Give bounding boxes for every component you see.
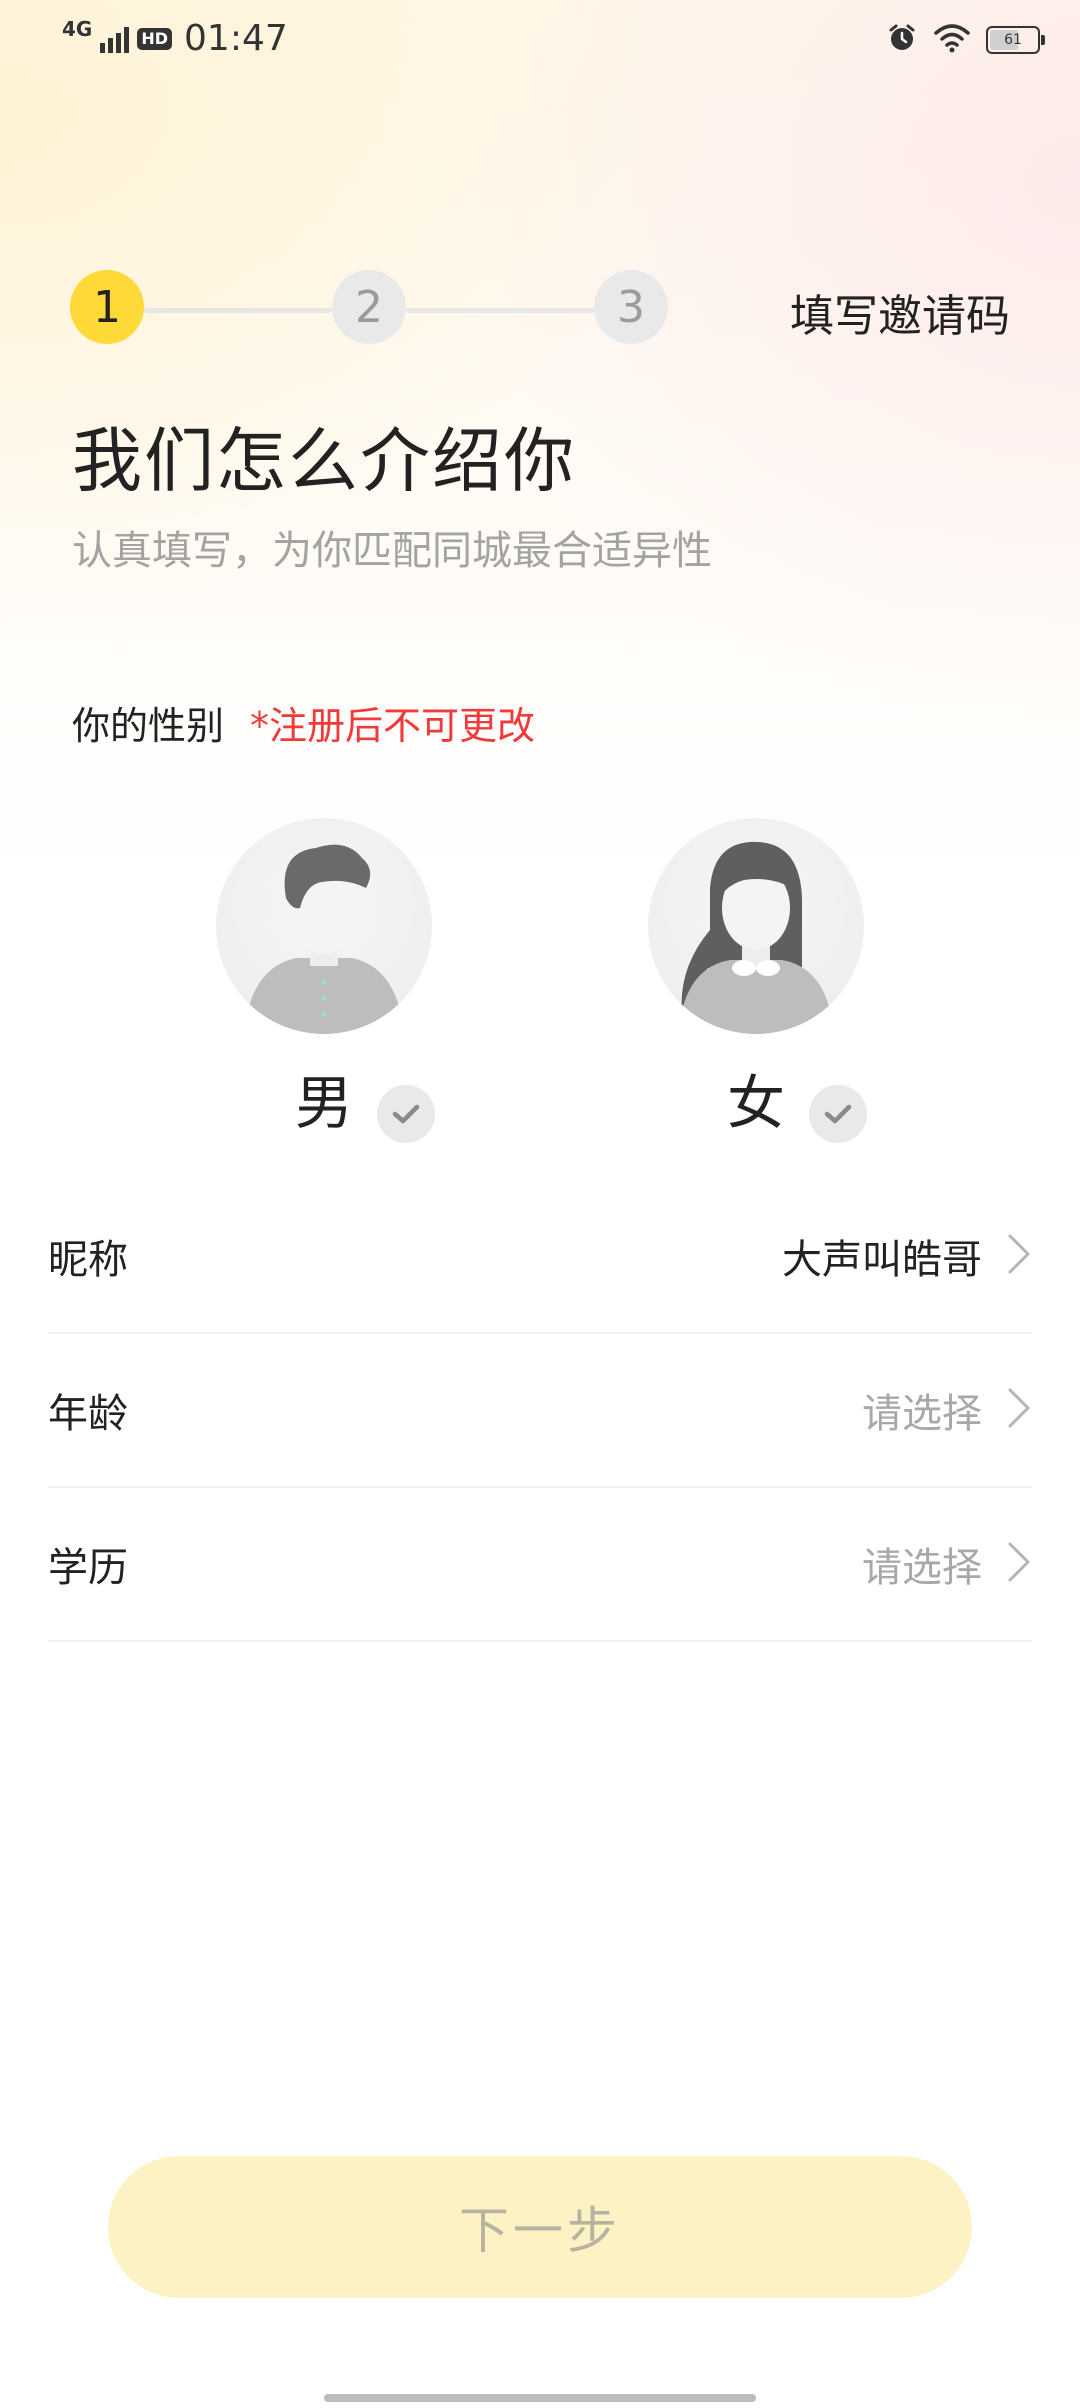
home-indicator[interactable] — [324, 2394, 756, 2402]
alarm-icon — [886, 22, 918, 58]
hd-badge: HD — [137, 27, 173, 50]
battery-level: 61 — [1004, 32, 1022, 48]
step-connector — [406, 308, 594, 313]
signal-icon — [100, 25, 130, 53]
profile-form: 昵称 大声叫皓哥 年龄 请选择 学历 请选择 — [48, 1180, 1032, 1642]
chevron-right-icon — [1006, 1386, 1032, 1434]
check-icon — [372, 1080, 440, 1148]
female-avatar-icon[interactable] — [648, 818, 864, 1034]
education-row[interactable]: 学历 请选择 — [48, 1488, 1032, 1642]
invite-code-link[interactable]: 填写邀请码 — [790, 280, 1010, 344]
gender-label: 你的性别 — [72, 704, 225, 748]
wifi-icon — [934, 23, 970, 57]
status-left: 4G HD 01:47 — [62, 18, 288, 59]
nickname-row[interactable]: 昵称 大声叫皓哥 — [48, 1180, 1032, 1334]
education-value: 请选择 — [862, 1545, 982, 1591]
status-bar: 4G HD 01:47 61 — [0, 0, 1080, 86]
age-row[interactable]: 年龄 请选择 — [48, 1334, 1032, 1488]
row-label: 学历 — [48, 1545, 128, 1591]
step-1: 1 — [70, 270, 144, 344]
step-3: 3 — [594, 270, 668, 344]
row-right: 请选择 — [862, 1381, 1032, 1439]
gender-heading: 你的性别 *注册后不可更改 — [72, 695, 535, 750]
network-type: 4G — [62, 16, 93, 41]
male-avatar-icon[interactable] — [216, 818, 432, 1034]
progress-stepper: 1 2 3 — [70, 270, 670, 350]
battery-icon: 61 — [986, 26, 1045, 54]
page-title: 我们怎么介绍你 — [72, 420, 576, 502]
chevron-right-icon — [1006, 1540, 1032, 1588]
status-time: 01:47 — [184, 18, 288, 59]
row-right: 请选择 — [862, 1535, 1032, 1593]
gender-warning: *注册后不可更改 — [250, 704, 536, 748]
step-connector — [144, 308, 332, 313]
page-subtitle: 认真填写，为你匹配同城最合适异性 — [72, 528, 712, 574]
row-label: 年龄 — [48, 1391, 128, 1437]
gender-option-male[interactable]: 男 — [216, 818, 440, 1148]
check-icon — [804, 1080, 872, 1148]
step-2: 2 — [332, 270, 406, 344]
gender-option-female[interactable]: 女 — [648, 818, 872, 1148]
row-label: 昵称 — [48, 1237, 128, 1283]
chevron-right-icon — [1006, 1232, 1032, 1280]
row-right: 大声叫皓哥 — [782, 1227, 1032, 1285]
next-step-button[interactable]: 下一步 — [108, 2156, 972, 2298]
status-right: 61 — [886, 22, 1045, 58]
age-value: 请选择 — [862, 1391, 982, 1437]
nickname-value: 大声叫皓哥 — [782, 1237, 982, 1283]
